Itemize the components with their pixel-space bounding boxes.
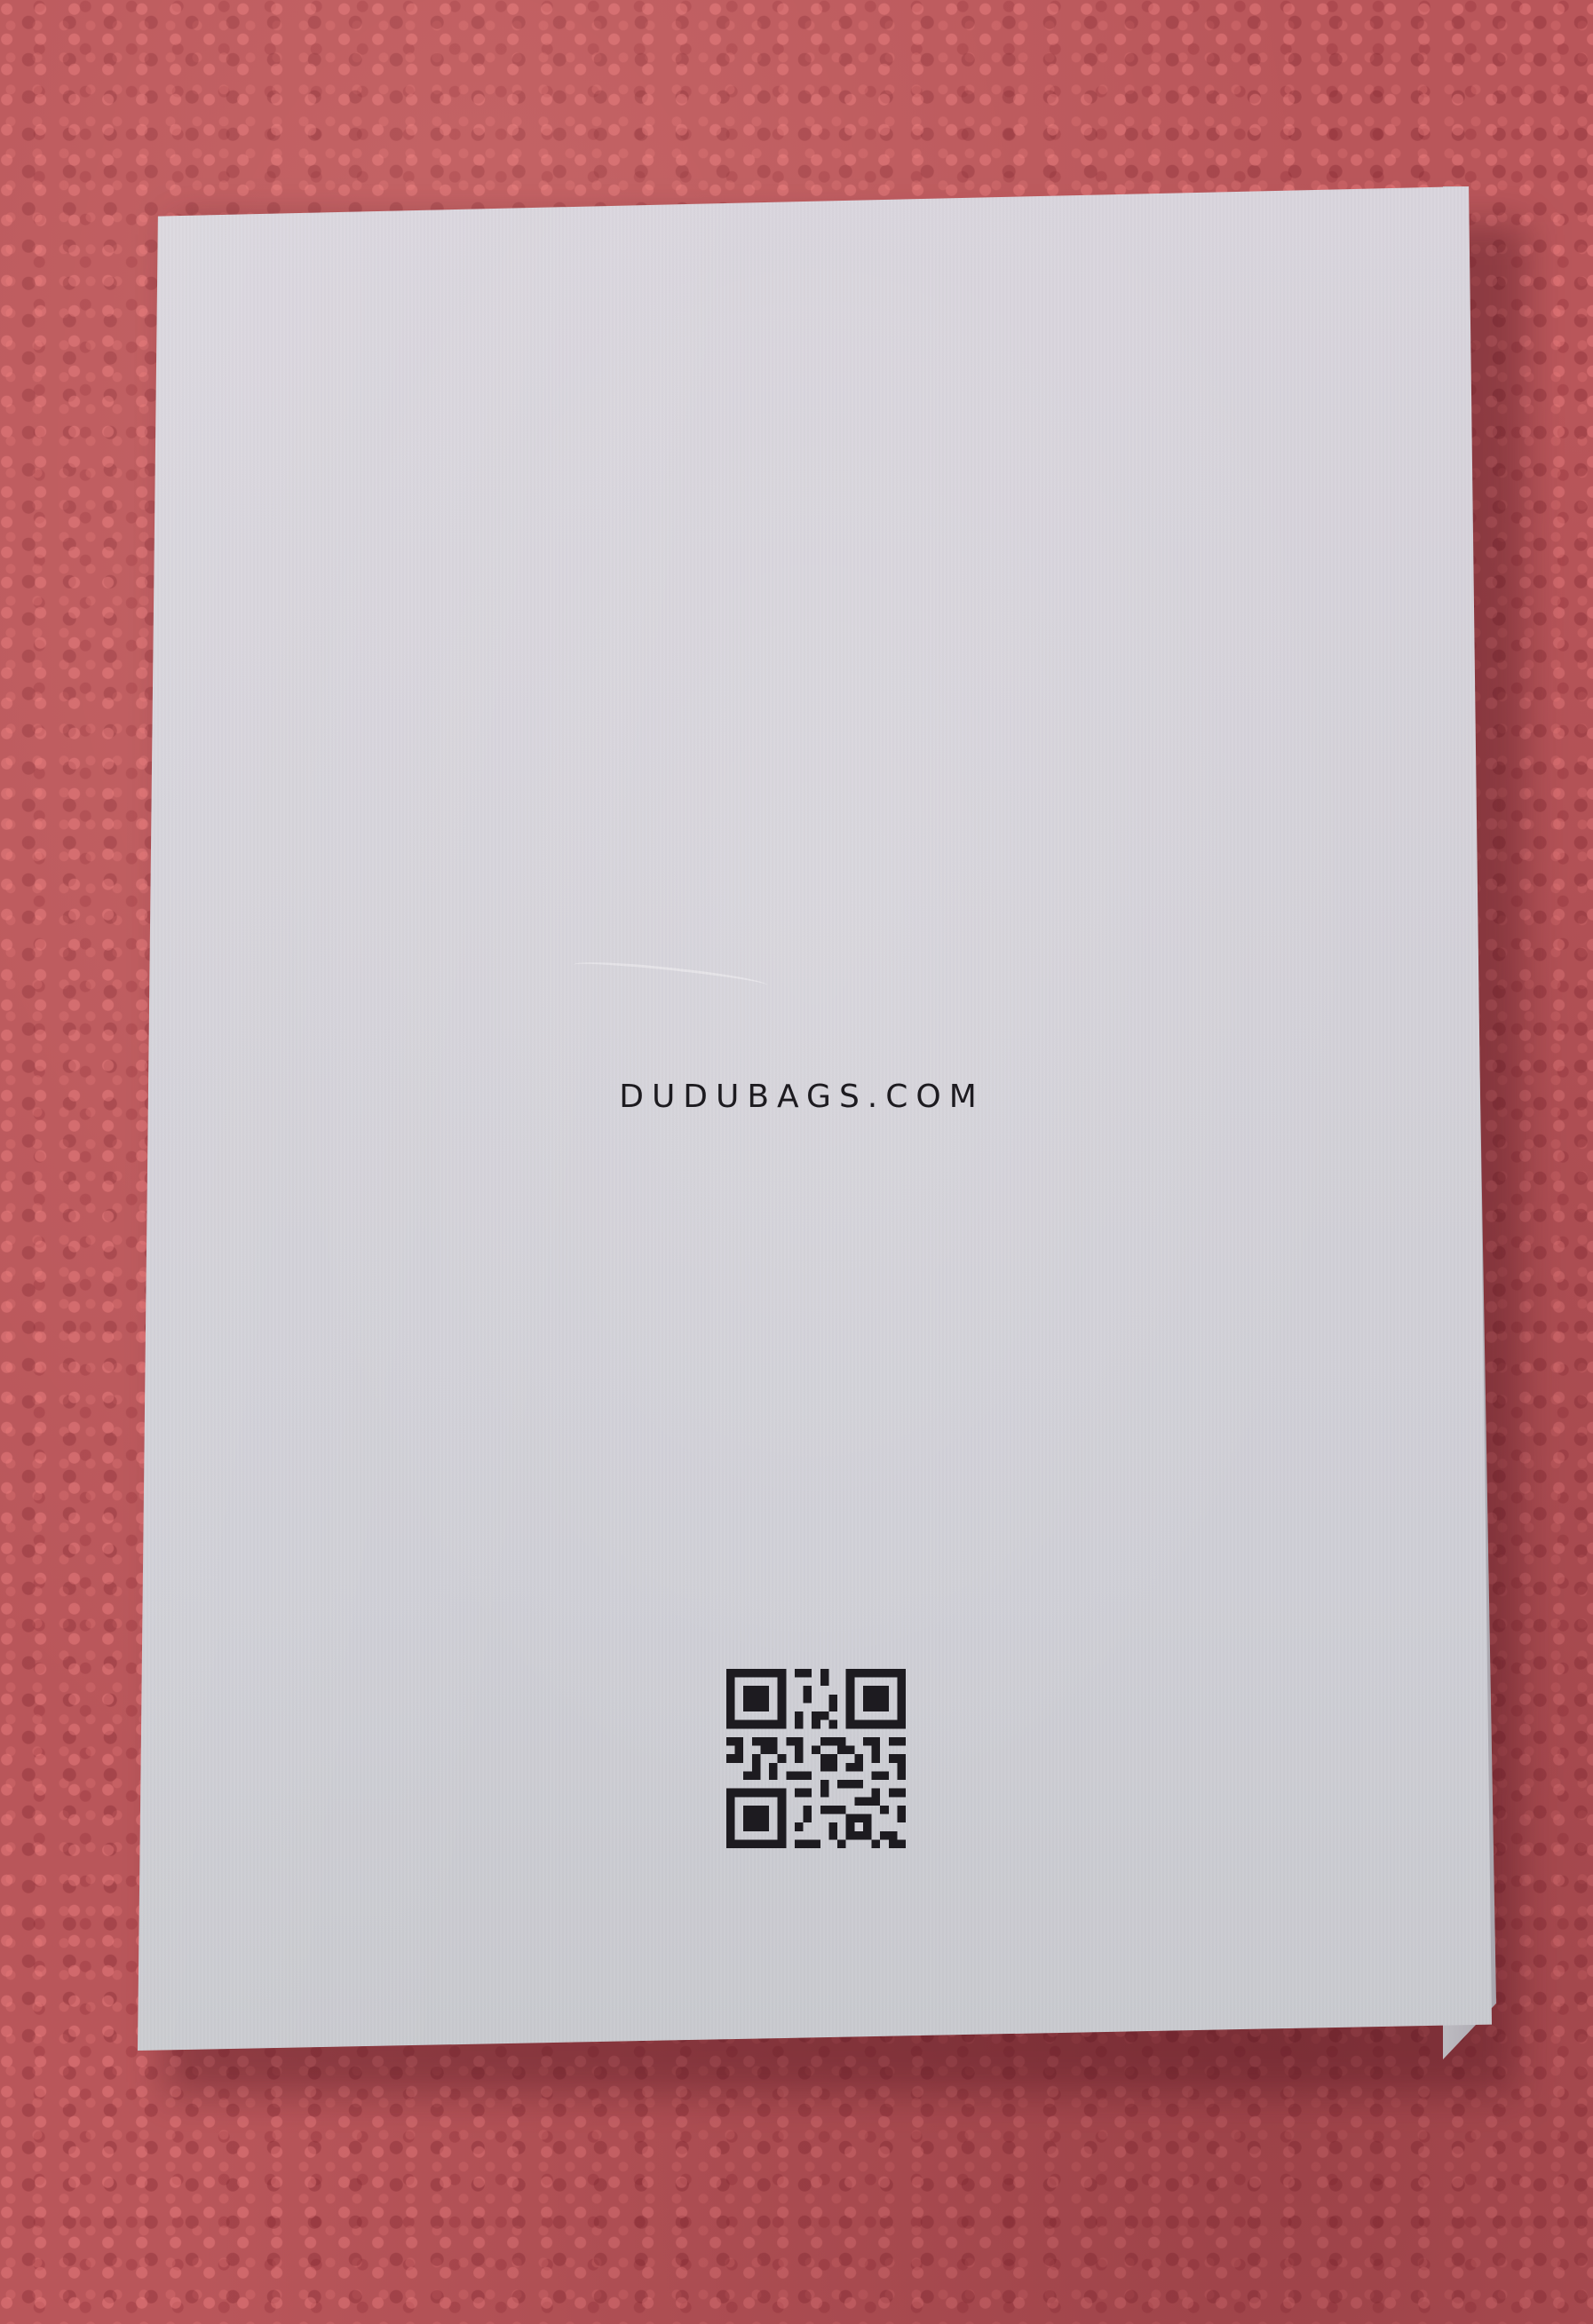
lid-scuff-mark	[572, 957, 769, 993]
website-text: DUDUBAGS.COM	[619, 1079, 985, 1115]
qr-code-icon	[726, 1669, 906, 1848]
